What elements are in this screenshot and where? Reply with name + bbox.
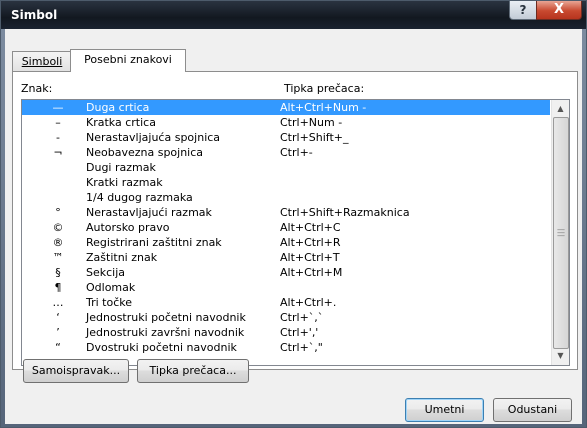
- list-item-char: ®: [52, 236, 64, 249]
- list-item-name: Neobavezna spojnica: [86, 146, 204, 159]
- list-item-name: Kratka crtica: [86, 116, 156, 129]
- list-item-shortcut: Ctrl+',': [280, 326, 319, 339]
- list-item-char: ¬: [53, 146, 63, 159]
- list-item-char: —: [52, 101, 64, 114]
- list-item-name: Tri točke: [86, 296, 133, 309]
- list-item-name: Odlomak: [86, 281, 136, 294]
- list-item-char: §: [55, 266, 61, 279]
- list-item-char: ©: [52, 221, 64, 234]
- scroll-up-icon[interactable]: ▲: [552, 100, 569, 117]
- special-characters-panel: Znak: Tipka prečaca: — Duga crtica Alt+Ctr…: [12, 71, 578, 370]
- list-item-name: Registrirani zaštitni znak: [86, 236, 222, 249]
- list-item[interactable]: ™ Zaštitni znak Alt+Ctrl+T: [22, 250, 550, 265]
- character-column-header: Znak:: [21, 82, 53, 95]
- special-characters-list[interactable]: — Duga crtica Alt+Ctrl+Num - – Kratka crtic…: [21, 99, 570, 366]
- list-item-char: °: [55, 206, 61, 219]
- tab-special-characters[interactable]: Posebni znakovi: [70, 49, 186, 72]
- list-item[interactable]: ‘ Jednostruki početni navodnik Ctrl+`,`: [22, 310, 550, 325]
- symbol-dialog: Simbol ? X Simboli Posebni znakovi Znak:…: [0, 0, 587, 428]
- list-item[interactable]: ’ Jednostruki završni navodnik Ctrl+',': [22, 325, 550, 340]
- list-item[interactable]: “ Dvostruki početni navodnik Ctrl+`,": [22, 340, 550, 355]
- help-icon: ?: [519, 3, 527, 17]
- list-item[interactable]: ¬ Neobavezna spojnica Ctrl+-: [22, 145, 550, 160]
- vertical-scrollbar[interactable]: ▲ — — — ▼: [551, 100, 569, 365]
- list-item-shortcut: Ctrl+Num -: [280, 116, 343, 129]
- list-item[interactable]: – Kratka crtica Ctrl+Num -: [22, 115, 550, 130]
- list-item-shortcut: Alt+Ctrl+T: [280, 251, 340, 264]
- list-item[interactable]: ° Nerastavljajući razmak Ctrl+Shift+Razmak…: [22, 205, 550, 220]
- list-item-name: Sekcija: [86, 266, 126, 279]
- dialog-title: Simbol: [11, 8, 58, 22]
- list-item-name: Dugi razmak: [86, 161, 156, 174]
- list-item-name: Duga crtica: [86, 101, 150, 114]
- list-item-shortcut: Alt+Ctrl+C: [280, 221, 341, 234]
- list-item-name: Nerastavljajuća spojnica: [86, 131, 221, 144]
- list-item[interactable]: — Duga crtica Alt+Ctrl+Num -: [22, 100, 550, 115]
- list-item-char: –: [55, 116, 61, 129]
- list-item-name: Zaštitni znak: [86, 251, 158, 264]
- list-item-name: Jednostruki završni navodnik: [86, 326, 245, 339]
- list-item-name: Nerastavljajući razmak: [86, 206, 212, 219]
- tab-symbols-label: Simboli: [21, 55, 63, 68]
- scroll-thumb[interactable]: — — —: [553, 117, 569, 349]
- grip-icon: — — —: [557, 225, 565, 240]
- tab-special-characters-label: Posebni znakovi: [84, 53, 172, 66]
- list-item-char: “: [55, 341, 61, 354]
- close-button[interactable]: X: [536, 1, 582, 20]
- list-item-shortcut: Ctrl+`,": [280, 341, 323, 354]
- list-item-shortcut: Alt+Ctrl+R: [280, 236, 341, 249]
- list-item[interactable]: ¶ Odlomak: [22, 280, 550, 295]
- insert-button[interactable]: Umetni: [405, 398, 484, 422]
- autocorrect-button[interactable]: Samoispravak...: [23, 359, 129, 383]
- list-item-shortcut: Ctrl+-: [280, 146, 313, 159]
- list-item-shortcut: Alt+Ctrl+M: [280, 266, 343, 279]
- list-item[interactable]: © Autorsko pravo Alt+Ctrl+C: [22, 220, 550, 235]
- list-item[interactable]: - Nerastavljajuća spojnica Ctrl+Shift+_: [22, 130, 550, 145]
- list-item-char: ‘: [56, 311, 60, 324]
- list-item-name: Kratki razmak: [86, 176, 163, 189]
- list-item-char: -: [56, 131, 60, 144]
- list-item-name: Autorsko pravo: [86, 221, 170, 234]
- list-item[interactable]: Dugi razmak: [22, 160, 550, 175]
- list-item[interactable]: Kratki razmak: [22, 175, 550, 190]
- list-item-shortcut: Alt+Ctrl+.: [280, 296, 337, 309]
- list-item-name: 1/4 dugog razmaka: [86, 191, 193, 204]
- list-item-name: Dvostruki početni navodnik: [86, 341, 237, 354]
- list-item-shortcut: Alt+Ctrl+Num -: [280, 101, 367, 114]
- list-item[interactable]: § Sekcija Alt+Ctrl+M: [22, 265, 550, 280]
- list-item-char: ™: [52, 251, 64, 264]
- shortcut-key-button[interactable]: Tipka prečaca...: [137, 359, 249, 383]
- list-item-char: …: [52, 296, 64, 309]
- scroll-down-icon[interactable]: ▼: [552, 347, 569, 364]
- list-item-shortcut: Ctrl+Shift+_: [280, 131, 349, 144]
- cancel-button[interactable]: Odustani: [493, 398, 572, 422]
- dialog-body: Simboli Posebni znakovi Znak: Tipka preč…: [5, 29, 582, 424]
- list-item[interactable]: … Tri točke Alt+Ctrl+.: [22, 295, 550, 310]
- list-item-shortcut: Ctrl+`,`: [280, 311, 324, 324]
- shortcut-column-header: Tipka prečaca:: [284, 82, 365, 95]
- list-item-name: Jednostruki početni navodnik: [86, 311, 246, 324]
- close-icon: X: [553, 2, 565, 17]
- list-item-char: ’: [56, 326, 60, 339]
- title-bar[interactable]: Simbol ? X: [1, 1, 586, 29]
- help-button[interactable]: ?: [509, 1, 537, 20]
- list-item-shortcut: Ctrl+Shift+Razmaknica: [280, 206, 410, 219]
- list-item[interactable]: ® Registrirani zaštitni znak Alt+Ctrl+R: [22, 235, 550, 250]
- list-item-char: ¶: [54, 281, 62, 294]
- list-item[interactable]: 1/4 dugog razmaka: [22, 190, 550, 205]
- tab-symbols[interactable]: Simboli: [12, 51, 72, 71]
